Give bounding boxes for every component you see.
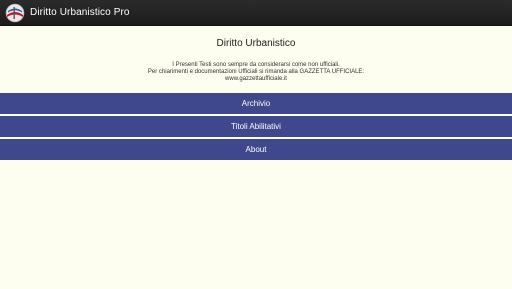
disclaimer-text: I Presenti Testi sono sempre da consider…	[0, 62, 512, 84]
about-button[interactable]: About	[0, 139, 512, 160]
titoli-abilitativi-button-label: Titoli Abilitativi	[231, 122, 281, 131]
titoli-abilitativi-button[interactable]: Titoli Abilitativi	[0, 116, 512, 137]
action-bar: Diritto Urbanistico Pro	[0, 0, 512, 26]
main-content: Diritto Urbanistico I Presenti Testi son…	[0, 26, 512, 289]
archivio-button[interactable]: Archivio	[0, 93, 512, 114]
disclaimer-line-2: Per chiarimenti e documentazioni Ufficia…	[147, 69, 365, 76]
about-button-label: About	[245, 145, 267, 154]
disclaimer-line-1: I Presenti Testi sono sempre da consider…	[172, 62, 340, 68]
archivio-button-label: Archivio	[241, 99, 271, 108]
page-title: Diritto Urbanistico	[216, 38, 296, 49]
app-title: Diritto Urbanistico Pro	[30, 7, 130, 18]
gazzetta-link[interactable]: www.gazzettaufficiale.it	[0, 76, 512, 83]
app-logo-icon[interactable]	[5, 3, 25, 23]
